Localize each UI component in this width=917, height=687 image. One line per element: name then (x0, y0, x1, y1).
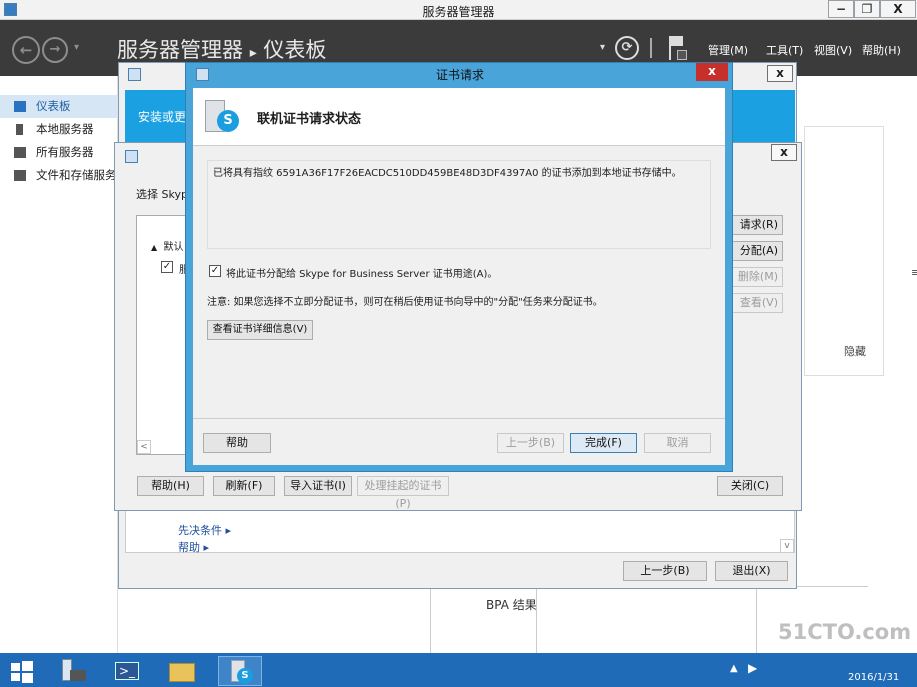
prereq-link-text: 先决条件 (178, 524, 222, 537)
cert-wizard-close-button[interactable]: x (771, 144, 797, 161)
skype-logo-icon: S (205, 96, 241, 136)
footer-divider (193, 418, 725, 419)
tree-item-checkbox[interactable]: ✓ (161, 261, 173, 273)
dialog-close-button[interactable]: x (696, 63, 728, 81)
sidebar-item-label: 所有服务器 (36, 145, 94, 159)
skype-deployment-taskbar-icon[interactable]: S (218, 656, 262, 686)
sidebar-item-label: 仪表板 (36, 99, 71, 113)
status-message-box: 已将具有指纹 6591A36F17F26EACDC510DD459BE48D3D… (207, 160, 711, 249)
server-manager-taskbar-icon[interactable] (50, 656, 94, 686)
restore-button[interactable]: ❐ (854, 0, 880, 18)
collapse-icon: ▲ (151, 243, 158, 252)
cert-wizard-close-btn[interactable]: 关闭(C) (717, 476, 783, 496)
file-explorer-taskbar-icon[interactable] (160, 656, 204, 686)
assign-button[interactable]: 分配(A) (727, 241, 783, 261)
view-button[interactable]: 查看(V) (727, 293, 783, 313)
back-arrow-icon[interactable]: ← (12, 36, 40, 64)
process-pending-button[interactable]: 处理挂起的证书(P) (357, 476, 449, 510)
request-button[interactable]: 请求(R) (727, 215, 783, 235)
menu-manage[interactable]: 管理(M) (708, 42, 748, 58)
menu-help[interactable]: 帮助(H) (862, 42, 901, 58)
window-titlebar: 服务器管理器 − ❐ X (0, 0, 917, 20)
import-cert-button[interactable]: 导入证书(I) (284, 476, 352, 496)
tiles-area (218, 586, 868, 654)
finish-button[interactable]: 完成(F) (570, 433, 637, 453)
storage-icon (14, 170, 26, 181)
watermark: 51CTO.com (778, 620, 917, 653)
wizard-app-icon (128, 68, 141, 81)
dialog-cancel-button[interactable]: 取消 (644, 433, 711, 453)
link-arrow-icon: ▸ (225, 524, 232, 537)
link-arrow-icon: ▸ (203, 541, 210, 554)
help-link-text: 帮助 (178, 541, 200, 554)
clock-date[interactable]: 2016/1/31 (848, 672, 899, 683)
remove-button[interactable]: 删除(M) (727, 267, 783, 287)
sidebar-item-all-servers[interactable]: 所有服务器 (0, 141, 118, 164)
breadcrumb-separator: ▸ (249, 45, 257, 61)
window-title: 服务器管理器 (422, 5, 495, 19)
forward-arrow-icon[interactable]: → (42, 37, 68, 63)
assign-note: 注意: 如果您选择不立即分配证书，则可在稍后使用证书向导中的"分配"任务来分配证… (207, 297, 603, 308)
sidebar-item-label: 本地服务器 (36, 122, 94, 136)
watermark-text: 51CTO.com (778, 620, 912, 644)
scroll-left-button[interactable]: < (137, 440, 151, 454)
tray-flag-icon[interactable]: ▶ (748, 661, 757, 675)
dashboard-panel (804, 126, 884, 376)
bpa-results-label: BPA 结果 (486, 598, 537, 612)
cert-wizard-app-icon (125, 150, 138, 163)
servers-icon (14, 147, 26, 158)
page-title: 服务器管理器 ▸ 仪表板 (117, 34, 326, 64)
dialog-content: S 联机证书请求状态 已将具有指纹 6591A36F17F26EACDC510D… (193, 88, 725, 465)
sidebar-item-file-storage[interactable]: 文件和存储服务 (0, 164, 118, 187)
scroll-down-button[interactable]: v (780, 539, 794, 553)
prereq-link[interactable]: 先决条件 ▸ (178, 522, 231, 538)
assign-checkbox-label[interactable]: 将此证书分配给 Skype for Business Server 证书用途(A… (226, 265, 497, 280)
scroll-handle-icon[interactable]: ≡ (911, 266, 917, 279)
app-title: 服务器管理器 (117, 38, 243, 62)
dialog-prev-button[interactable]: 上一步(B) (497, 433, 564, 453)
tree-group-label: 默认 (163, 242, 184, 253)
menu-view[interactable]: 视图(V) (814, 42, 852, 58)
sidebar-item-dashboard[interactable]: 仪表板 (0, 95, 118, 118)
view-cert-details-button[interactable]: 查看证书详细信息(V) (207, 320, 313, 340)
wizard-close-button[interactable]: x (767, 65, 793, 82)
dialog-header: S 联机证书请求状态 (193, 88, 725, 146)
wizard-prev-button[interactable]: 上一步(B) (623, 561, 707, 581)
header-divider (650, 38, 652, 58)
close-window-button[interactable]: X (880, 0, 916, 18)
tree-group-default[interactable]: ▲ 默认 (151, 238, 184, 253)
history-dropdown-icon[interactable]: ▾ (74, 42, 79, 53)
refresh-icon[interactable]: ⟳ (615, 36, 639, 60)
wizard-banner-text: 安装或更 (138, 110, 187, 124)
cert-wizard-help-button[interactable]: 帮助(H) (137, 476, 204, 496)
help-link[interactable]: 帮助 ▸ (178, 539, 209, 555)
wizard-exit-button[interactable]: 退出(X) (715, 561, 788, 581)
assign-checkbox[interactable]: ✓ (209, 265, 221, 277)
certificate-request-dialog: 证书请求 x S 联机证书请求状态 已将具有指纹 6591A36F17F26EA… (185, 62, 733, 472)
dialog-help-button[interactable]: 帮助 (203, 433, 271, 453)
sidebar: 仪表板 本地服务器 所有服务器 文件和存储服务 (0, 76, 118, 653)
menu-tools[interactable]: 工具(T) (766, 42, 803, 58)
cert-wizard-refresh-button[interactable]: 刷新(F) (213, 476, 275, 496)
sidebar-item-local-server[interactable]: 本地服务器 (0, 118, 118, 141)
notifications-flag-icon[interactable] (669, 36, 687, 62)
taskbar: >_ S ▲ ▶ 2016/1/31 (0, 653, 917, 687)
dialog-heading: 联机证书请求状态 (257, 112, 362, 127)
sidebar-item-label: 文件和存储服务 (36, 168, 117, 182)
server-icon (16, 124, 23, 135)
breadcrumb-page: 仪表板 (263, 38, 327, 62)
dialog-title: 证书请求 (435, 68, 484, 82)
start-button[interactable] (0, 656, 44, 686)
status-message: 已将具有指纹 6591A36F17F26EACDC510DD459BE48D3D… (213, 168, 682, 179)
dashboard-icon (14, 101, 26, 112)
tray-arrow-icon[interactable]: ▲ (730, 663, 738, 674)
hide-link[interactable]: 隐藏 (844, 343, 866, 359)
minimize-button[interactable]: − (828, 0, 854, 18)
dropdown-icon[interactable]: ▾ (600, 42, 605, 53)
powershell-taskbar-icon[interactable]: >_ (105, 656, 149, 686)
